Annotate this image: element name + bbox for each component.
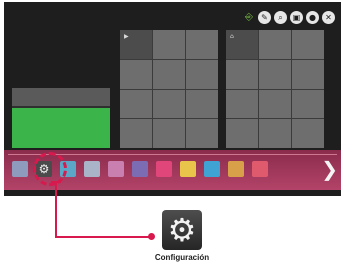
grid-cell[interactable]: [153, 59, 185, 89]
close-icon[interactable]: ✕: [322, 10, 335, 24]
grid-cell[interactable]: [120, 89, 152, 119]
apps-icon[interactable]: ▣: [290, 10, 303, 24]
content-card-b[interactable]: ⌂: [226, 30, 324, 148]
grid-cell[interactable]: [153, 30, 185, 59]
grid-cell[interactable]: [292, 30, 324, 59]
grid-cell[interactable]: [226, 89, 258, 119]
grid-cell[interactable]: [186, 59, 218, 89]
top-icon-bar: ⎆ ✎ ⌕ ▣ ● ✕: [243, 10, 335, 24]
content-card-a[interactable]: ▶: [120, 30, 218, 148]
grid-cell[interactable]: [120, 119, 152, 148]
app-tile-6[interactable]: [132, 161, 148, 177]
live-tv-card-header: [12, 88, 110, 106]
grid-cell[interactable]: [226, 59, 258, 89]
grid-cell[interactable]: [292, 59, 324, 89]
grid-cell[interactable]: [120, 59, 152, 89]
grid-cell[interactable]: [186, 89, 218, 119]
input-icon[interactable]: ⎆: [243, 11, 255, 24]
app-tile-4[interactable]: [84, 161, 100, 177]
grid-cell[interactable]: [259, 89, 291, 119]
content-card-a-grid: [120, 30, 218, 148]
grid-cell[interactable]: [259, 119, 291, 148]
app-tile-5[interactable]: [108, 161, 124, 177]
app-tile-10[interactable]: [228, 161, 244, 177]
settings-highlight-ring: [33, 152, 67, 186]
app-tile-9[interactable]: [204, 161, 220, 177]
chevron-right-icon[interactable]: ❯: [321, 156, 338, 182]
grid-cell[interactable]: [186, 30, 218, 59]
grid-cell[interactable]: [259, 59, 291, 89]
app-tile-8[interactable]: [180, 161, 196, 177]
content-card-a-icon: ▶: [124, 33, 129, 40]
app-tile-1[interactable]: [12, 161, 28, 177]
app-tile-7[interactable]: [156, 161, 172, 177]
grid-cell[interactable]: [226, 119, 258, 148]
settings-gear-icon: ⚙: [162, 210, 202, 250]
callout-stem: [55, 182, 57, 238]
grid-cell[interactable]: [186, 119, 218, 148]
live-tv-card[interactable]: [12, 88, 110, 148]
content-card-b-icon: ⌂: [230, 33, 234, 40]
grid-cell[interactable]: [292, 89, 324, 119]
account-icon[interactable]: ●: [306, 10, 319, 24]
grid-cell[interactable]: [153, 89, 185, 119]
live-tv-preview: [12, 108, 110, 148]
edit-icon[interactable]: ✎: [258, 10, 271, 24]
callout-line: [55, 236, 151, 238]
settings-caption: Configuración: [154, 253, 210, 262]
content-card-b-grid: [226, 30, 324, 148]
grid-cell[interactable]: [153, 119, 185, 148]
grid-cell[interactable]: [259, 30, 291, 59]
grid-cell[interactable]: [292, 119, 324, 148]
search-icon[interactable]: ⌕: [274, 10, 287, 24]
callout-dot: [148, 233, 155, 240]
app-tile-11[interactable]: [252, 161, 268, 177]
